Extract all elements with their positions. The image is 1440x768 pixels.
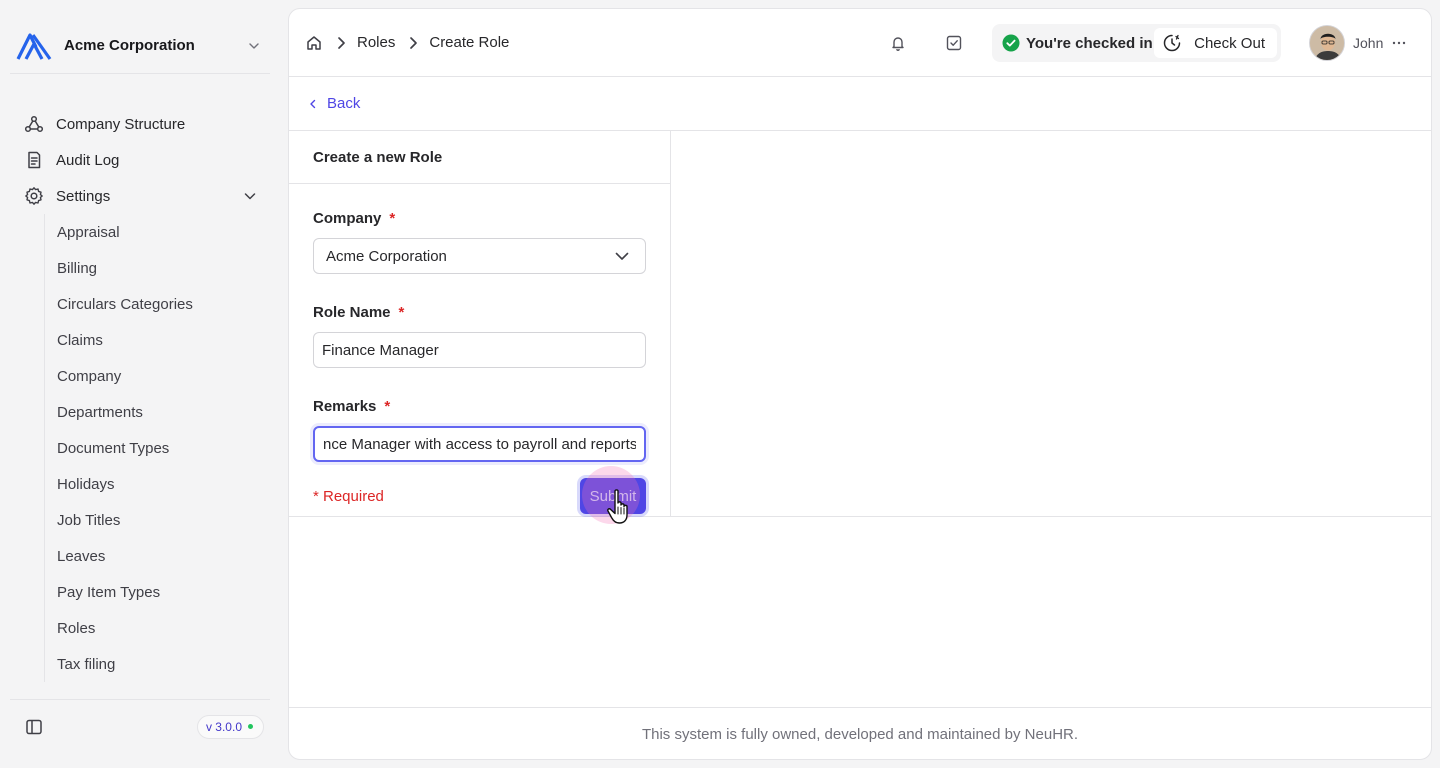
required-asterisk: * (389, 209, 396, 227)
remarks-input[interactable] (313, 426, 646, 462)
settings-subnav: Appraisal Billing Circulars Categories C… (44, 214, 270, 682)
required-asterisk: * (398, 303, 405, 321)
sidebar-item-roles[interactable]: Roles (57, 610, 270, 646)
user-name: John (1353, 35, 1384, 51)
sidebar-item-holidays[interactable]: Holidays (57, 466, 270, 502)
remarks-label-text: Remarks (313, 397, 377, 415)
company-name: Acme Corporation (64, 37, 195, 54)
sidebar-item-claims[interactable]: Claims (57, 322, 270, 358)
check-circle-icon (1002, 34, 1020, 52)
chevron-down-icon (244, 193, 256, 200)
status-dot (248, 724, 253, 729)
sidebar-item-leaves[interactable]: Leaves (57, 538, 270, 574)
chevron-left-icon (310, 99, 316, 108)
create-role-form: Create a new Role Company * Acme Corpora… (289, 131, 671, 524)
sidebar-item-company-structure[interactable]: Company Structure (12, 106, 270, 142)
company-label: Company * (313, 208, 646, 228)
sidebar-footer: v 3.0.0 (10, 699, 270, 753)
avatar (1309, 25, 1345, 61)
company-select-value: Acme Corporation (326, 247, 447, 265)
sidebar-item-job-titles[interactable]: Job Titles (57, 502, 270, 538)
sidebar-item-billing[interactable]: Billing (57, 250, 270, 286)
role-name-label-text: Role Name (313, 303, 391, 321)
sidebar-item-company[interactable]: Company (57, 358, 270, 394)
role-name-input[interactable] (313, 332, 646, 368)
page-footer: This system is fully owned, developed an… (289, 707, 1431, 759)
check-out-button[interactable]: Check Out (1154, 28, 1277, 58)
chevron-right-icon (410, 36, 418, 49)
breadcrumb: Roles Create Role (305, 34, 509, 52)
sidebar: Acme Corporation Company Structure Audit… (0, 0, 288, 768)
sidebar-item-settings[interactable]: Settings (12, 178, 270, 214)
back-bar: Back (289, 77, 1431, 131)
attendance-status: You're checked in Check Out (992, 24, 1281, 62)
chevron-down-icon (249, 42, 259, 49)
home-icon[interactable] (305, 34, 323, 52)
company-switcher[interactable]: Acme Corporation (10, 18, 270, 74)
user-menu[interactable]: John (1309, 25, 1407, 61)
checkin-status-text: You're checked in (1026, 34, 1153, 52)
remarks-label: Remarks * (313, 396, 646, 416)
topbar: Roles Create Role You're checked in Chec… (289, 9, 1431, 77)
sidebar-item-circulars-categories[interactable]: Circulars Categories (57, 286, 270, 322)
task-checkbox-icon[interactable] (945, 34, 963, 52)
form-title: Create a new Role (289, 131, 670, 184)
back-link[interactable]: Back (307, 95, 360, 112)
clock-icon (1163, 34, 1181, 52)
org-structure-icon (24, 115, 44, 133)
company-label-text: Company (313, 209, 382, 227)
required-asterisk: * (384, 397, 391, 415)
gear-icon (25, 187, 43, 205)
version-text: v 3.0.0 (205, 719, 242, 734)
role-name-label: Role Name * (313, 302, 646, 322)
version-badge: v 3.0.0 (196, 714, 264, 739)
back-label: Back (327, 95, 361, 112)
form-body: Company * Acme Corporation Role Name * R… (289, 184, 670, 524)
sidebar-item-label: Audit Log (56, 151, 120, 169)
footer-text: This system is fully owned, developed an… (641, 726, 1079, 743)
sidebar-item-audit-log[interactable]: Audit Log (12, 142, 270, 178)
breadcrumb-current: Create Role (429, 34, 510, 51)
sidebar-item-label: Settings (56, 187, 111, 205)
check-out-label: Check Out (1194, 34, 1265, 52)
chevron-down-icon (615, 252, 629, 260)
sidebar-item-pay-item-types[interactable]: Pay Item Types (57, 574, 270, 610)
sidebar-item-appraisal[interactable]: Appraisal (57, 214, 270, 250)
sidebar-item-departments[interactable]: Departments (57, 394, 270, 430)
bell-icon[interactable] (889, 34, 907, 52)
submit-button[interactable]: Submit (580, 466, 646, 524)
form-footer: * Required Submit (313, 466, 646, 524)
main-panel: Roles Create Role You're checked in Chec… (288, 8, 1432, 760)
sidebar-item-document-types[interactable]: Document Types (57, 430, 270, 466)
required-note: * Required (313, 487, 384, 505)
submit-label: Submit (589, 487, 637, 505)
sidebar-item-tax-filing[interactable]: Tax filing (57, 646, 270, 682)
avatar-image (1310, 26, 1344, 60)
company-select[interactable]: Acme Corporation (313, 238, 646, 274)
sidebar-item-label: Company Structure (56, 115, 186, 133)
sidebar-nav: Company Structure Audit Log Settings App… (12, 106, 270, 682)
acme-logo-icon (16, 32, 52, 60)
document-list-icon (28, 151, 41, 169)
breadcrumb-roles[interactable]: Roles (357, 34, 395, 51)
chevron-right-icon (338, 36, 345, 49)
sidebar-collapse-icon[interactable] (24, 717, 44, 737)
more-horizontal-icon (1393, 41, 1406, 45)
divider (671, 516, 1431, 517)
